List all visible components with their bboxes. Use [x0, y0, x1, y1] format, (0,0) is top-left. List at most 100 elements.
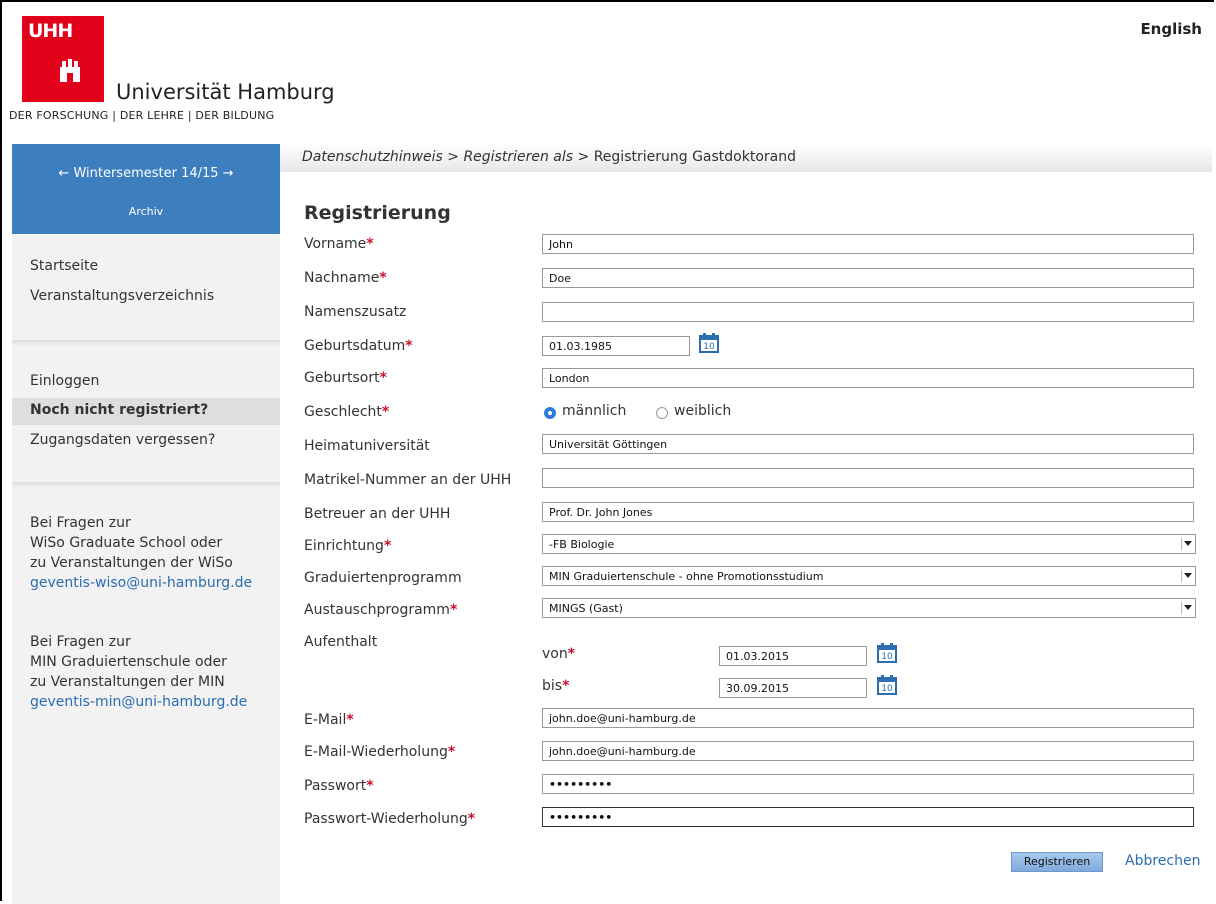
password-input[interactable]: ••••••••• — [542, 774, 1194, 794]
university-name: Universität Hamburg — [116, 80, 335, 104]
contact-text: Bei Fragen zur — [30, 515, 131, 531]
breadcrumb: Datenschutzhinweis > Registrieren als > … — [302, 149, 796, 165]
tagline: DER FORSCHUNG | DER LEHRE | DER BILDUNG — [9, 109, 275, 122]
required-marker: * — [405, 338, 413, 354]
required-marker: * — [383, 538, 392, 554]
label-graduiertenprogramm: Graduiertenprogramm — [304, 570, 462, 586]
cancel-link[interactable]: Abbrechen — [1125, 853, 1200, 869]
label-geburtsdatum: Geburtsdatum* — [304, 338, 413, 354]
sidebar-item-veranstaltungsverzeichnis[interactable]: Veranstaltungsverzeichnis — [30, 288, 214, 304]
semester-box — [12, 144, 280, 234]
register-button[interactable]: Registrieren — [1011, 852, 1103, 872]
email-input[interactable]: john.doe@uni-hamburg.de — [542, 708, 1194, 728]
geburtsort-input[interactable]: London — [542, 368, 1194, 388]
email-link-wiso[interactable]: geventis-wiso@uni-hamburg.de — [30, 573, 252, 593]
password-repeat-input[interactable]: ••••••••• — [542, 807, 1194, 827]
chevron-down-icon — [1181, 570, 1192, 582]
contact-min: Bei Fragen zur MIN Graduiertenschule ode… — [30, 632, 247, 712]
vorname-input[interactable]: John — [542, 234, 1194, 254]
contact-text: MIN Graduiertenschule oder — [30, 654, 227, 670]
label-nachname: Nachname* — [304, 270, 387, 286]
svg-text:10: 10 — [703, 342, 715, 352]
required-marker: * — [447, 744, 456, 760]
heimatuniversitaet-input[interactable]: Universität Göttingen — [542, 434, 1194, 454]
contact-wiso: Bei Fragen zur WiSo Graduate School oder… — [30, 513, 252, 593]
uhh-logo[interactable]: UHH — [22, 16, 104, 102]
calendar-icon[interactable]: 10 — [876, 674, 898, 696]
contact-text: zu Veranstaltungen der WiSo — [30, 555, 233, 571]
required-marker: * — [562, 678, 570, 694]
label-email: E-Mail* — [304, 712, 354, 728]
breadcrumb-registrieren-als[interactable]: Registrieren als — [463, 149, 573, 165]
email-repeat-input[interactable]: john.doe@uni-hamburg.de — [542, 741, 1194, 761]
gender-radio-male[interactable] — [544, 407, 556, 419]
sidebar-item-forgot-credentials[interactable]: Zugangsdaten vergessen? — [30, 432, 215, 448]
einrichtung-select[interactable]: -FB Biologie — [542, 534, 1196, 554]
email-link-min[interactable]: geventis-min@uni-hamburg.de — [30, 692, 247, 712]
nachname-input[interactable]: Doe — [542, 268, 1194, 288]
logo-text: UHH — [28, 20, 73, 42]
label-von: von* — [542, 646, 576, 662]
breadcrumb-current: Registrierung Gastdoktorand — [593, 149, 796, 165]
sidebar-item-einloggen[interactable]: Einloggen — [30, 373, 99, 389]
label-geburtsort: Geburtsort* — [304, 370, 387, 386]
required-marker: * — [366, 778, 374, 794]
gender-label-male[interactable]: männlich — [562, 403, 626, 419]
label-betreuer: Betreuer an der UHH — [304, 506, 451, 522]
gender-label-female[interactable]: weiblich — [674, 403, 731, 419]
sidebar-item-startseite[interactable]: Startseite — [30, 258, 98, 274]
breadcrumb-datenschutz[interactable]: Datenschutzhinweis — [302, 149, 443, 165]
label-namenszusatz: Namenszusatz — [304, 304, 407, 320]
castle-icon — [60, 59, 80, 82]
label-matrikel: Matrikel-Nummer an der UHH — [304, 472, 512, 488]
semester-switcher[interactable]: ← Wintersemester 14/15 → — [12, 166, 280, 181]
aufenthalt-bis-input[interactable]: 30.09.2015 — [719, 678, 867, 698]
archive-link[interactable]: Archiv — [12, 205, 280, 218]
calendar-icon[interactable]: 10 — [876, 642, 898, 664]
sidebar-divider — [12, 340, 280, 346]
required-marker: * — [379, 370, 387, 386]
required-marker: * — [449, 602, 458, 618]
required-marker: * — [366, 236, 374, 252]
svg-text:10: 10 — [881, 684, 893, 694]
gender-radio-female[interactable] — [656, 407, 668, 419]
language-link-english[interactable]: English — [1140, 20, 1202, 38]
austauschprogramm-value: MINGS (Gast) — [549, 602, 623, 615]
label-austauschprogramm: Austauschprogramm* — [304, 602, 458, 618]
breadcrumb-separator: > — [447, 149, 459, 165]
chevron-down-icon — [1181, 602, 1192, 614]
einrichtung-value: -FB Biologie — [549, 538, 615, 551]
label-heimatuniversitaet: Heimatuniversität — [304, 438, 430, 454]
label-geschlecht: Geschlecht* — [304, 404, 390, 420]
label-passwort-repeat: Passwort-Wiederholung* — [304, 811, 476, 827]
namenszusatz-input[interactable] — [542, 302, 1194, 322]
matrikel-input[interactable] — [542, 468, 1194, 488]
label-bis: bis* — [542, 678, 570, 694]
geburtsdatum-input[interactable]: 01.03.1985 — [542, 336, 690, 356]
graduiertenprogramm-value: MIN Graduiertenschule - ohne Promotionss… — [549, 570, 824, 583]
aufenthalt-von-input[interactable]: 01.03.2015 — [719, 646, 867, 666]
sidebar-divider — [12, 482, 280, 488]
contact-text: Bei Fragen zur — [30, 634, 131, 650]
required-marker: * — [467, 811, 476, 827]
chevron-down-icon — [1181, 538, 1192, 550]
label-aufenthalt: Aufenthalt — [304, 634, 378, 650]
label-vorname: Vorname* — [304, 236, 374, 252]
austauschprogramm-select[interactable]: MINGS (Gast) — [542, 598, 1196, 618]
betreuer-input[interactable]: Prof. Dr. John Jones — [542, 502, 1194, 522]
label-passwort: Passwort* — [304, 778, 374, 794]
contact-text: zu Veranstaltungen der MIN — [30, 674, 225, 690]
label-einrichtung: Einrichtung* — [304, 538, 392, 554]
calendar-icon[interactable]: 10 — [698, 332, 720, 354]
required-marker: * — [379, 270, 387, 286]
label-email-repeat: E-Mail-Wiederholung* — [304, 744, 456, 760]
breadcrumb-separator: > — [577, 149, 590, 165]
graduiertenprogramm-select[interactable]: MIN Graduiertenschule - ohne Promotionss… — [542, 566, 1196, 586]
page-title: Registrierung — [304, 202, 451, 224]
required-marker: * — [567, 646, 576, 662]
sidebar-item-register[interactable]: Noch nicht registriert? — [30, 402, 208, 418]
required-marker: * — [381, 404, 390, 420]
contact-text: WiSo Graduate School oder — [30, 535, 223, 551]
required-marker: * — [346, 712, 354, 728]
svg-text:10: 10 — [881, 652, 893, 662]
